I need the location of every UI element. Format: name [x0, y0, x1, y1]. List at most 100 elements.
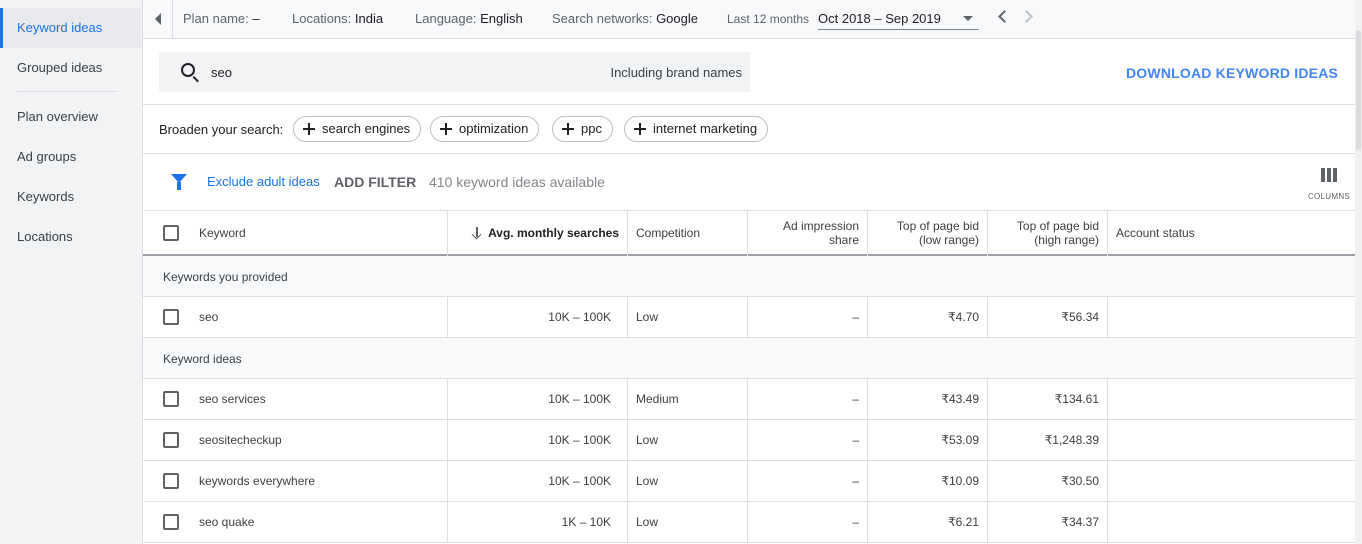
keyword-ideas-count: 410 keyword ideas available	[429, 174, 605, 190]
plus-icon	[303, 123, 315, 135]
sidebar: Keyword ideas Grouped ideas Plan overvie…	[0, 0, 142, 544]
search-networks-setting[interactable]: Search networks: Google	[552, 11, 698, 26]
broaden-search-label: Broaden your search:	[159, 122, 284, 137]
header-avg-monthly-searches[interactable]: Avg. monthly searches	[447, 210, 627, 256]
broaden-chip-ppc[interactable]: ppc	[552, 116, 613, 142]
bid-low-cell: ₹10.09	[867, 461, 987, 502]
sidebar-item-ad-groups[interactable]: Ad groups	[0, 137, 141, 177]
date-period-label: Last 12 months	[727, 11, 809, 26]
status-cell	[1107, 502, 1356, 543]
row-checkbox[interactable]	[163, 432, 179, 448]
columns-button[interactable]: COLUMNS	[1305, 166, 1353, 206]
broaden-chip-search-engines[interactable]: search engines	[293, 116, 422, 142]
row-checkbox[interactable]	[163, 391, 179, 407]
chip-label: optimization	[459, 121, 529, 136]
searches-cell: 1K – 10K	[447, 502, 627, 543]
impression-cell: –	[747, 379, 867, 420]
section-label: Keyword ideas	[163, 352, 242, 366]
keyword-cell: seo	[199, 310, 219, 324]
table-header: Keyword Avg. monthly searches Competitio…	[143, 210, 1356, 256]
page-scrollbar[interactable]	[1355, 0, 1362, 544]
search-query[interactable]: seo	[211, 65, 232, 80]
searches-cell: 10K – 100K	[447, 379, 627, 420]
sidebar-item-plan-overview[interactable]: Plan overview	[0, 97, 141, 137]
header-label: Top of page bid	[1016, 219, 1099, 233]
status-cell	[1107, 379, 1356, 420]
header-label: Keyword	[199, 226, 246, 240]
keyword-cell: seo quake	[199, 515, 255, 529]
search-icon	[181, 63, 195, 77]
download-keyword-ideas-button[interactable]: DOWNLOAD KEYWORD IDEAS	[1126, 65, 1338, 81]
header-label: Top of page bid	[896, 219, 979, 233]
status-cell	[1107, 420, 1356, 461]
header-top-bid-high[interactable]: Top of page bid (high range)	[987, 210, 1107, 256]
keyword-search-box[interactable]: seo Including brand names	[159, 52, 750, 92]
bid-low-cell: ₹6.21	[867, 502, 987, 543]
searches-cell: 10K – 100K	[447, 461, 627, 502]
filter-icon[interactable]	[171, 174, 187, 190]
section-keywords-provided: Keywords you provided	[143, 256, 1356, 297]
header-label: Ad impression	[782, 219, 859, 233]
impression-cell: –	[747, 297, 867, 338]
bid-high-cell: ₹30.50	[987, 461, 1107, 502]
plan-name-value: –	[252, 11, 260, 26]
brand-names-toggle[interactable]: Including brand names	[610, 65, 742, 80]
chip-label: search engines	[322, 121, 411, 136]
header-account-status[interactable]: Account status	[1107, 210, 1356, 256]
table-row[interactable]: keywords everywhere 10K – 100K Low – ₹10…	[143, 461, 1356, 502]
chip-label: ppc	[581, 121, 602, 136]
chevron-left-icon[interactable]	[998, 10, 1011, 23]
competition-cell: Low	[627, 297, 747, 338]
language-setting[interactable]: Language: English	[415, 11, 523, 26]
locations-setting[interactable]: Locations: India	[292, 11, 383, 26]
add-filter-button[interactable]: ADD FILTER	[334, 174, 416, 190]
plus-icon	[634, 123, 646, 135]
header-top-bid-low[interactable]: Top of page bid (low range)	[867, 210, 987, 256]
collapse-sidebar-button[interactable]	[143, 0, 173, 39]
table-row[interactable]: seo 10K – 100K Low – ₹4.70 ₹56.34	[143, 297, 1356, 338]
table-row[interactable]: seo quake 1K – 10K Low – ₹6.21 ₹34.37	[143, 502, 1356, 543]
sidebar-item-keywords[interactable]: Keywords	[0, 177, 141, 217]
competition-cell: Low	[627, 461, 747, 502]
bid-low-cell: ₹53.09	[867, 420, 987, 461]
row-checkbox[interactable]	[163, 309, 179, 325]
bid-high-cell: ₹34.37	[987, 502, 1107, 543]
row-checkbox[interactable]	[163, 473, 179, 489]
plan-name-setting[interactable]: Plan name: –	[183, 11, 260, 26]
header-ad-impression-share[interactable]: Ad impression share	[747, 210, 867, 256]
header-keyword[interactable]: Keyword	[191, 210, 447, 256]
date-range-select[interactable]: Oct 2018 – Sep 2019	[818, 9, 979, 30]
sidebar-item-locations[interactable]: Locations	[0, 217, 141, 257]
chevron-right-icon[interactable]	[1020, 10, 1033, 23]
exclude-adult-ideas-filter[interactable]: Exclude adult ideas	[207, 174, 320, 189]
select-all-checkbox[interactable]	[163, 225, 179, 241]
bid-high-cell: ₹56.34	[987, 297, 1107, 338]
table-row[interactable]: seositecheckup 10K – 100K Low – ₹53.09 ₹…	[143, 420, 1356, 461]
broaden-chip-optimization[interactable]: optimization	[430, 116, 540, 142]
keyword-cell: keywords everywhere	[199, 474, 316, 488]
competition-cell: Medium	[627, 379, 747, 420]
keyword-cell: seo services	[199, 392, 266, 406]
bid-high-cell: ₹1,248.39	[987, 420, 1107, 461]
bid-low-cell: ₹4.70	[867, 297, 987, 338]
impression-cell: –	[747, 461, 867, 502]
broaden-chip-internet-marketing[interactable]: internet marketing	[624, 116, 769, 142]
impression-cell: –	[747, 502, 867, 543]
bid-high-cell: ₹134.61	[987, 379, 1107, 420]
language-value: English	[480, 11, 523, 26]
table-row[interactable]: seo services 10K – 100K Medium – ₹43.49 …	[143, 379, 1356, 420]
header-competition[interactable]: Competition	[627, 210, 747, 256]
competition-cell: Low	[627, 420, 747, 461]
section-keyword-ideas: Keyword ideas	[143, 338, 1356, 379]
sidebar-item-keyword-ideas[interactable]: Keyword ideas	[0, 8, 141, 48]
sidebar-divider	[17, 91, 117, 92]
scrollbar-thumb[interactable]	[1356, 30, 1361, 150]
header-label: Competition	[636, 226, 701, 240]
keyword-cell: seositecheckup	[199, 433, 282, 447]
row-checkbox[interactable]	[163, 514, 179, 530]
sidebar-item-grouped-ideas[interactable]: Grouped ideas	[0, 48, 141, 88]
impression-cell: –	[747, 420, 867, 461]
locations-label: Locations:	[292, 11, 352, 26]
plan-name-label: Plan name:	[183, 11, 249, 26]
bid-low-cell: ₹43.49	[867, 379, 987, 420]
